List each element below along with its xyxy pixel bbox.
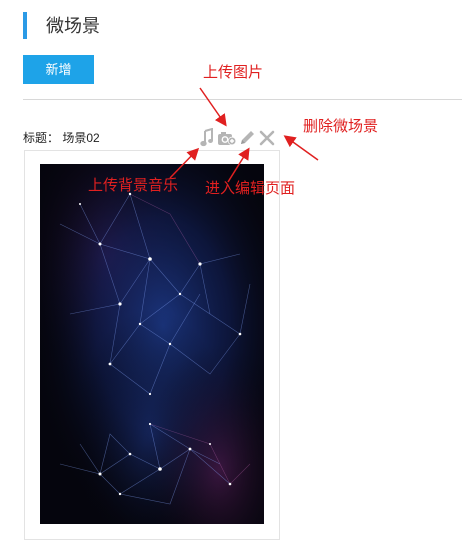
close-icon[interactable]: [257, 127, 277, 149]
annotation-delete-scene: 删除微场景: [303, 117, 379, 135]
camera-add-icon[interactable]: [217, 127, 237, 149]
scene-tools: [197, 126, 277, 150]
divider: [23, 99, 462, 100]
title-accent-bar: [23, 12, 27, 39]
scene-title-name: 场景02: [62, 131, 100, 145]
add-button[interactable]: 新增: [23, 55, 94, 84]
music-note-icon[interactable]: [197, 127, 217, 149]
page-title: 微场景: [46, 16, 100, 36]
scene-thumbnail[interactable]: [40, 164, 264, 524]
scene-card[interactable]: [24, 150, 280, 540]
scene-title-prefix: 标题：: [23, 131, 60, 145]
pencil-icon[interactable]: [237, 127, 257, 149]
annotation-enter-edit: 进入编辑页面: [205, 179, 296, 197]
scene-title: 标题： 场景02: [23, 131, 100, 145]
annotation-upload-image: 上传图片: [203, 63, 264, 81]
annotation-upload-music: 上传背景音乐: [88, 176, 179, 194]
